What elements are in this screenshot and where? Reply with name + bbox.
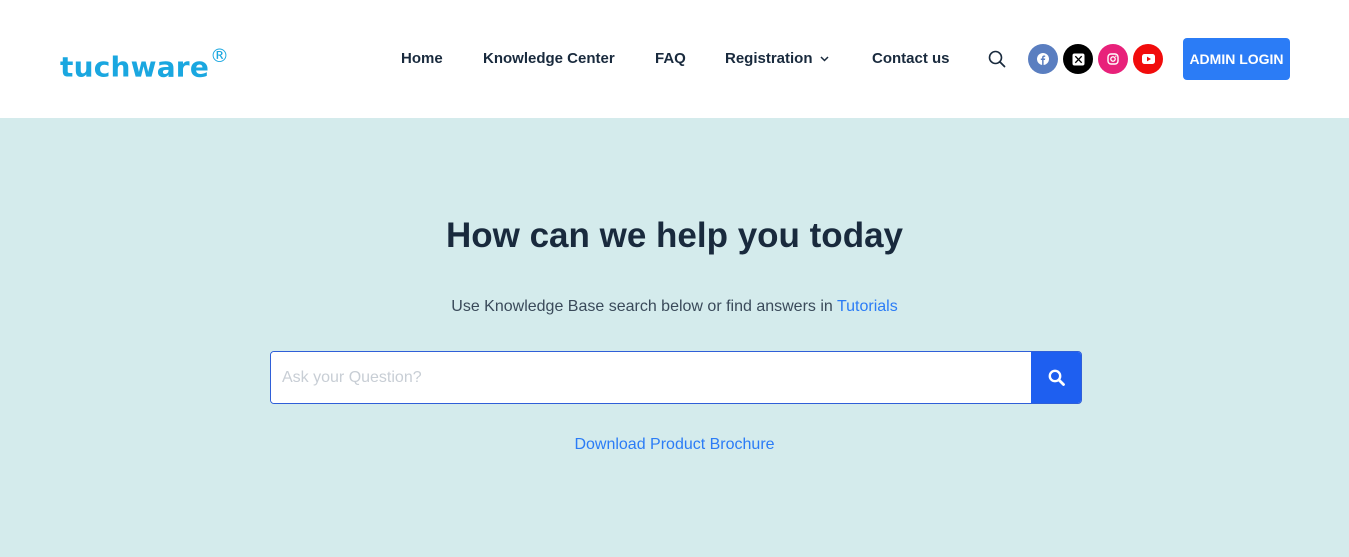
logo[interactable]: tuchware® [60, 40, 229, 87]
search-input[interactable] [271, 352, 1029, 403]
download-brochure-link[interactable]: Download Product Brochure [0, 434, 1349, 456]
facebook-button[interactable] [1028, 44, 1058, 74]
instagram-icon [1107, 53, 1119, 65]
search-icon [1048, 369, 1065, 386]
facebook-icon [1037, 53, 1049, 65]
instagram-button[interactable] [1098, 44, 1128, 74]
x-twitter-icon [1072, 53, 1084, 65]
nav-registration-label: Registration [725, 50, 813, 67]
nav-faq[interactable]: FAQ [655, 47, 686, 71]
hero-subtitle: Use Knowledge Base search below or find … [0, 296, 1349, 318]
youtube-button[interactable] [1133, 44, 1163, 74]
nav-contact-us[interactable]: Contact us [872, 47, 950, 71]
tutorials-link[interactable]: Tutorials [837, 298, 898, 315]
logo-text: tuchware [60, 50, 210, 84]
x-twitter-button[interactable] [1063, 44, 1093, 74]
page-title: How can we help you today [445, 216, 904, 255]
site-header: tuchware® Home Knowledge Center FAQ Regi… [0, 0, 1349, 118]
knowledge-search [270, 351, 1082, 404]
admin-login-button[interactable]: ADMIN LOGIN [1183, 38, 1290, 80]
hero-subtitle-text: Use Knowledge Base search below or find … [451, 298, 833, 315]
registered-mark: ® [210, 45, 230, 67]
nav-home[interactable]: Home [401, 47, 443, 71]
search-icon[interactable] [988, 50, 1006, 68]
chevron-down-icon [819, 56, 829, 62]
nav-registration[interactable]: Registration [725, 47, 829, 71]
nav-knowledge-center[interactable]: Knowledge Center [483, 47, 615, 71]
search-button[interactable] [1031, 352, 1081, 403]
youtube-icon [1141, 54, 1155, 64]
